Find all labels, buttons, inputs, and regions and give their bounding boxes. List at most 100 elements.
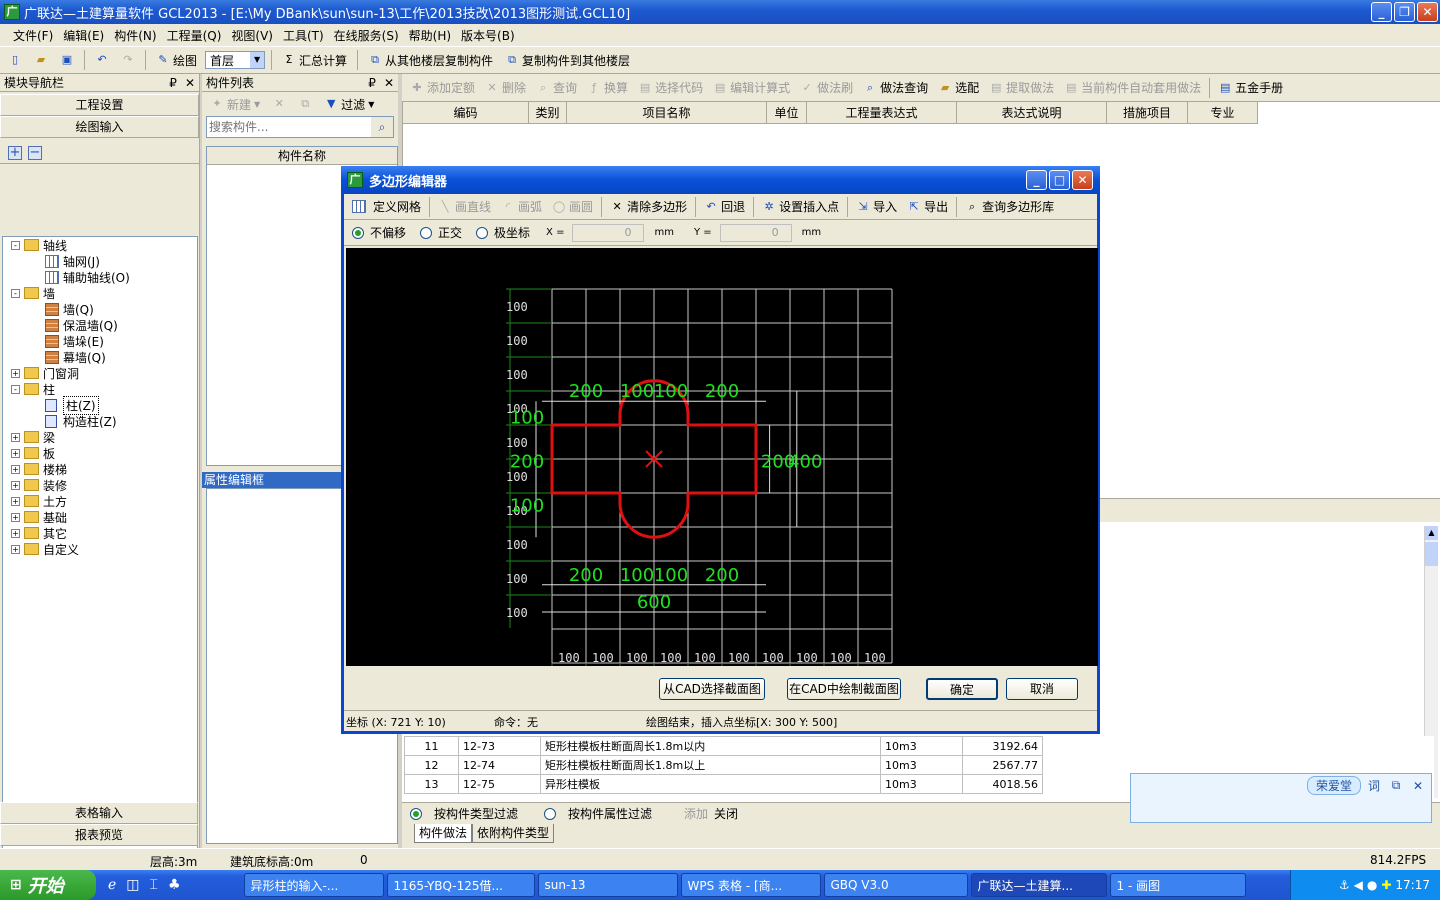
tree-app-icon[interactable]: ♣ (168, 877, 181, 893)
tray-plus-icon[interactable]: ✚ (1381, 878, 1391, 892)
tray-nav-icon[interactable]: ◀ (1354, 878, 1363, 892)
filter-button[interactable]: ▼ 过滤 ▼ (320, 93, 378, 115)
tree-item[interactable]: 幕墙(Q) (3, 349, 197, 365)
save-button[interactable]: ▣ (56, 49, 78, 71)
tree-item[interactable]: + 板 (3, 445, 197, 461)
expand-icon[interactable]: + (11, 368, 20, 378)
tree-item[interactable]: 柱(Z) (3, 395, 197, 415)
chat-widget[interactable]: 荣爱堂 词 ⧉ ✕ (1130, 773, 1432, 823)
query-button[interactable]: ⌕ 查询 (532, 77, 581, 99)
radio-ortho[interactable] (420, 226, 433, 239)
nav-close-icon[interactable]: ✕ (185, 76, 195, 90)
method-brush-button[interactable]: ✓ 做法刷 (796, 77, 857, 99)
tree-item[interactable]: - 轴线 (3, 237, 197, 253)
search-icon[interactable]: ⌕ (371, 117, 393, 137)
tree-item[interactable]: -柱 (3, 381, 197, 397)
scroll-thumb[interactable] (1425, 542, 1438, 566)
dialog-close-button[interactable]: ✕ (1072, 170, 1093, 190)
import-button[interactable]: ⇲ 导入 (852, 196, 901, 218)
task-item[interactable]: 异形柱的输入-... (243, 873, 384, 897)
draw-button[interactable]: ✎ 绘图 (152, 49, 201, 71)
drawing-canvas[interactable]: 100 100 100 100 100 100 100 100 100 100 100 100 100 1… (346, 248, 1098, 666)
menu-version[interactable]: 版本号(B) (456, 27, 520, 44)
draw-in-cad-button[interactable]: 在CAD中绘制截面图 (787, 678, 901, 700)
tree-item[interactable]: + 其它 (3, 525, 197, 541)
chat-restore-button[interactable]: ⧉ (1387, 778, 1405, 793)
tree-item[interactable]: + 自定义 (3, 541, 197, 557)
task-item[interactable]: WPS 表格 - [商... (680, 873, 821, 897)
chat-name[interactable]: 荣爱堂 (1306, 776, 1361, 795)
collapse-icon[interactable]: - (11, 240, 20, 250)
query-polygon-lib-button[interactable]: ⌕ 查询多边形库 (961, 196, 1058, 218)
expand-icon[interactable]: + (11, 544, 20, 554)
tree-item[interactable]: 保温墙(Q) (3, 317, 197, 333)
tree-item[interactable]: + 楼梯 (3, 461, 197, 477)
window-titlebar[interactable]: 广 广联达—土建算量软件 GCL2013 - [E:\My DBank\sun\… (0, 0, 1440, 24)
add-filter-button[interactable]: 添加 (684, 805, 708, 822)
expand-icon[interactable]: + (11, 480, 20, 490)
copy-component-button[interactable]: ⧉ (294, 93, 316, 115)
task-item[interactable]: 1165-YBQ-125借... (386, 873, 535, 897)
expand-all-icon[interactable]: + (8, 145, 22, 160)
tray-app-icon[interactable]: ● (1367, 878, 1377, 892)
task-item-active[interactable]: 广联达—土建算... (970, 873, 1107, 897)
auto-apply-button[interactable]: ▤ 当前构件自动套用做法 (1060, 77, 1205, 99)
edit-formula-button[interactable]: ▤ 编辑计算式 (709, 77, 794, 99)
new-component-button[interactable]: ✦ 新建 ▼ (206, 93, 264, 115)
radio-by-prop[interactable] (544, 807, 557, 820)
clear-polygon-button[interactable]: ✕ 清除多边形 (606, 196, 691, 218)
ok-button[interactable]: 确定 (926, 678, 998, 700)
expand-icon[interactable]: + (11, 528, 20, 538)
tree-item[interactable]: 墙垛(E) (3, 333, 197, 349)
select-code-button[interactable]: ▤ 选择代码 (634, 77, 707, 99)
close-button[interactable]: ✕ (1417, 2, 1438, 22)
method-query-button[interactable]: ⌕ 做法查询 (859, 77, 932, 99)
y-input[interactable]: 0 (719, 223, 792, 242)
chat-close-button[interactable]: ✕ (1409, 779, 1427, 793)
start-button[interactable]: ⊞ 开始 (0, 870, 96, 900)
menu-tools[interactable]: 工具(T) (278, 27, 329, 44)
copy-from-floor-button[interactable]: ⧉ 从其他楼层复制构件 (364, 49, 497, 71)
tree-item[interactable]: 轴网(J) (3, 253, 197, 269)
draw-line-button[interactable]: ╲ 画直线 (434, 196, 495, 218)
tab-attached-type[interactable]: 依附构件类型 (472, 824, 555, 843)
tree-item[interactable]: + 门窗洞 (3, 365, 197, 381)
dialog-titlebar[interactable]: 广 多边形编辑器 _ □ ✕ (341, 166, 1100, 194)
tree-item[interactable]: 墙(Q) (3, 301, 197, 317)
open-button[interactable]: ▰ (30, 49, 52, 71)
tray-anchor-icon[interactable]: ⚓ (1339, 878, 1350, 892)
report-preview-button[interactable]: 报表预览 (0, 824, 198, 846)
redo-button[interactable]: ↷ (117, 49, 139, 71)
chat-word-button[interactable]: 词 (1365, 777, 1383, 794)
radio-by-type[interactable] (410, 807, 422, 820)
draw-circle-button[interactable]: ◯ 画圆 (548, 196, 597, 218)
pin-icon[interactable]: ₽ (169, 76, 177, 90)
new-file-button[interactable]: ▯ (4, 49, 26, 71)
collapse-all-icon[interactable]: − (28, 145, 42, 160)
tree-item[interactable]: -墙 (3, 285, 197, 301)
task-item[interactable]: 1 - 画图 (1109, 873, 1246, 897)
expand-icon[interactable]: + (11, 464, 20, 474)
menu-edit[interactable]: 编辑(E) (58, 27, 109, 44)
table-row[interactable]: 13 12-75 异形柱模板 10m3 4018.56 (404, 774, 1043, 794)
tree-item[interactable]: 辅助轴线(O) (3, 269, 197, 285)
floor-select[interactable]: 首层 ▼ (205, 51, 266, 69)
delete-row-button[interactable]: ✕ 删除 (481, 77, 530, 99)
tree-item[interactable]: + 梁 (3, 429, 197, 445)
dialog-minimize-button[interactable]: _ (1026, 170, 1047, 190)
menu-view[interactable]: 视图(V) (226, 27, 278, 44)
set-insert-point-button[interactable]: ✲ 设置插入点 (758, 196, 843, 218)
expand-icon[interactable]: + (11, 448, 20, 458)
close-filter-button[interactable]: 关闭 (714, 805, 738, 822)
quicklaunch-icon[interactable]: ◫ (126, 877, 139, 893)
task-item[interactable]: sun-13 (537, 873, 678, 897)
sum-calc-button[interactable]: Σ 汇总计算 (278, 49, 351, 71)
search-box[interactable]: ⌕ (206, 116, 394, 138)
export-button[interactable]: ⇱ 导出 (903, 196, 952, 218)
extract-method-button[interactable]: ▤ 提取做法 (985, 77, 1058, 99)
menu-help[interactable]: 帮助(H) (404, 27, 456, 44)
radio-no-offset[interactable] (352, 226, 364, 239)
tree-item[interactable]: + 土方 (3, 493, 197, 509)
table-row[interactable]: 12 12-74 矩形柱模板柱断面周长1.8m以上 10m3 2567.77 (404, 755, 1043, 775)
maximize-button[interactable]: ❐ (1394, 2, 1415, 22)
